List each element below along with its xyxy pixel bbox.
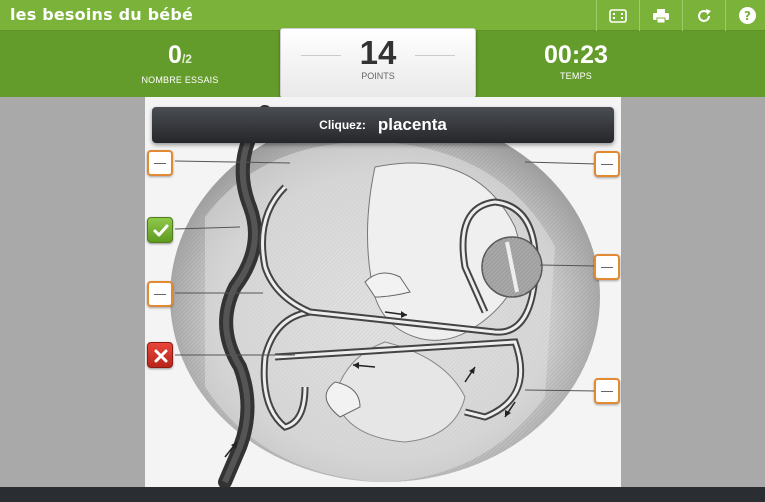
fetal-circulation-diagram <box>145 97 621 487</box>
app-title: les besoins du bébé <box>10 5 194 24</box>
points-value: 14 <box>359 34 397 71</box>
cross-icon <box>154 349 168 363</box>
fullscreen-button[interactable] <box>596 0 639 31</box>
svg-text:?: ? <box>744 9 751 23</box>
help-button[interactable]: ? <box>725 0 765 31</box>
attempts-total: /2 <box>181 52 192 66</box>
points-panel: 14 POINTS <box>280 28 476 98</box>
print-icon <box>653 8 669 23</box>
attempts-label: NOMBRE ESSAIS <box>141 75 219 85</box>
label-marker-2 <box>147 217 173 243</box>
label-marker-1[interactable] <box>147 150 173 176</box>
checkmark-icon <box>153 224 169 237</box>
help-icon: ? <box>738 7 756 24</box>
prompt-target: placenta <box>377 115 447 134</box>
label-marker-4 <box>147 342 173 368</box>
time-label: TEMPS <box>559 71 592 81</box>
fullscreen-icon <box>609 8 627 23</box>
points-label: POINTS <box>361 71 395 81</box>
restart-button[interactable] <box>682 0 725 31</box>
bottom-bar <box>0 487 765 502</box>
print-button[interactable] <box>639 0 682 31</box>
label-marker-5[interactable] <box>594 151 620 177</box>
time-value: 00:23 <box>544 41 608 69</box>
attempts-stat: 0/2 NOMBRE ESSAIS <box>120 41 240 85</box>
diagram-stage <box>145 97 621 487</box>
prompt-lead: Cliquez: <box>319 118 366 132</box>
attempts-value: 0 <box>168 41 182 69</box>
label-marker-7[interactable] <box>594 378 620 404</box>
restart-icon <box>698 8 711 22</box>
prompt-bar: Cliquez: placenta <box>152 107 614 143</box>
top-bar: les besoins du bébé ? <box>0 0 765 31</box>
label-marker-6[interactable] <box>594 254 620 280</box>
label-marker-3[interactable] <box>147 281 173 307</box>
time-stat: 00:23 TEMPS <box>516 41 636 81</box>
